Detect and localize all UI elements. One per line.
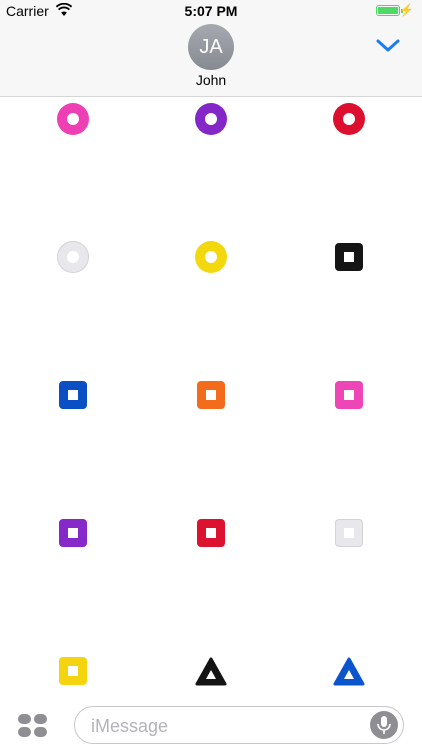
message-field[interactable]: [74, 706, 404, 745]
sticker-white-ring[interactable]: [57, 241, 89, 273]
message-input[interactable]: [89, 707, 363, 745]
battery-icon: [376, 5, 403, 16]
avatar-initials: JA: [199, 35, 223, 58]
status-bar: Carrier 5:07 PM ⚡: [0, 0, 422, 22]
sticker-blue-square[interactable]: [59, 381, 87, 409]
message-input-bar: [0, 698, 422, 750]
sticker-blue-triangle[interactable]: [333, 656, 365, 688]
sticker-black-triangle[interactable]: [195, 656, 227, 688]
contact-avatar[interactable]: JA: [188, 24, 234, 70]
sticker-yellow-ring[interactable]: [195, 241, 227, 273]
sticker-black-square[interactable]: [335, 243, 363, 271]
sticker-red-square[interactable]: [197, 519, 225, 547]
microphone-icon[interactable]: [370, 711, 398, 739]
sticker-purple-square[interactable]: [59, 519, 87, 547]
chevron-down-icon[interactable]: [376, 38, 400, 54]
app-drawer-icon[interactable]: [18, 714, 48, 738]
sticker-white-square[interactable]: [335, 519, 363, 547]
sticker-red-ring[interactable]: [333, 103, 365, 135]
contact-name[interactable]: John: [0, 72, 422, 88]
sticker-yellow-square[interactable]: [59, 657, 87, 685]
sticker-purple-ring[interactable]: [195, 103, 227, 135]
sticker-orange-square[interactable]: [197, 381, 225, 409]
sticker-pink-square[interactable]: [335, 381, 363, 409]
status-time: 5:07 PM: [184, 3, 238, 19]
charging-icon: ⚡: [399, 3, 414, 17]
sticker-pink-ring[interactable]: [57, 103, 89, 135]
sticker-grid: [0, 97, 422, 695]
